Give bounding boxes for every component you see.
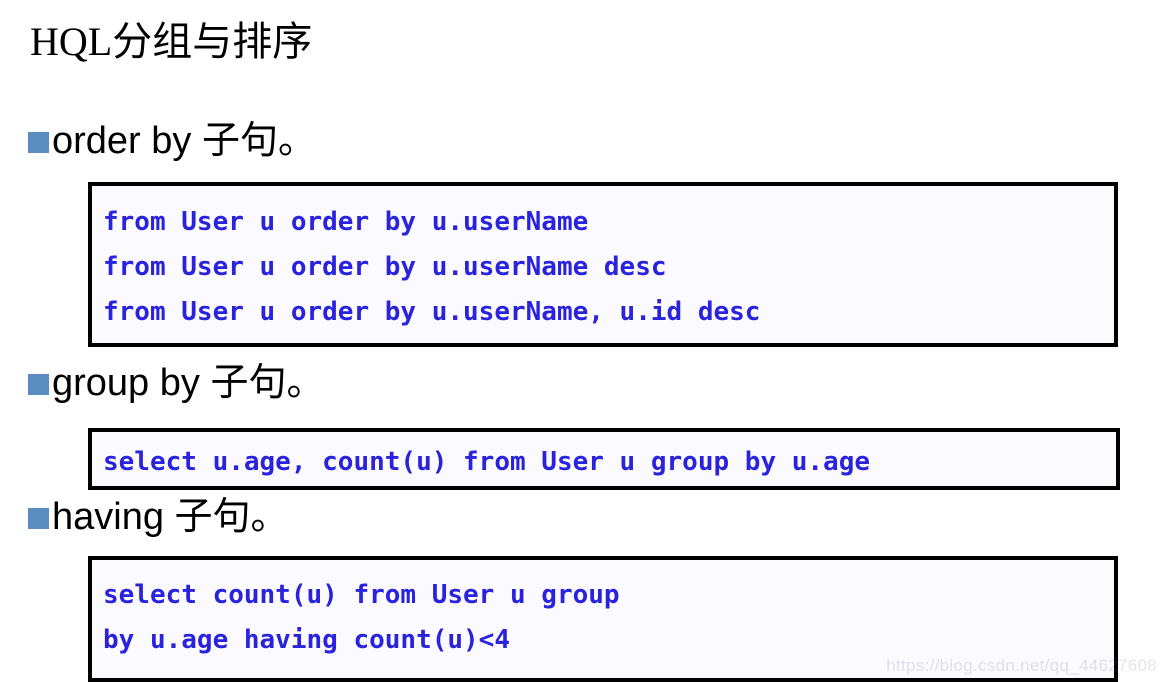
bullet-label: order by 子句。 (52, 120, 316, 162)
bullet-label: having 子句。 (52, 496, 289, 538)
code-block-order-by: from User u order by u.userName from Use… (88, 182, 1118, 347)
code-line: from User u order by u.userName (103, 207, 589, 237)
code-line: select count(u) from User u group (103, 580, 620, 610)
square-bullet-icon (28, 507, 49, 529)
bullet-label: group by 子句。 (52, 362, 325, 404)
code-line: from User u order by u.userName desc (103, 252, 667, 282)
bullet-item-having: having 子句。 (28, 498, 289, 536)
bullet-item-order-by: order by 子句。 (28, 122, 316, 160)
code-line: select u.age, count(u) from User u group… (103, 447, 871, 477)
bullet-item-group-by: group by 子句。 (28, 364, 324, 402)
square-bullet-icon (28, 131, 49, 153)
slide-title: HQL分组与排序 (30, 19, 313, 64)
code-block-group-by: select u.age, count(u) from User u group… (88, 428, 1120, 490)
square-bullet-icon (28, 373, 49, 395)
code-line: from User u order by u.userName, u.id de… (103, 297, 761, 327)
code-block-having: select count(u) from User u group by u.a… (88, 556, 1118, 682)
presentation-slide: HQL分组与排序 order by 子句。 from User u order … (0, 0, 1163, 682)
code-line: by u.age having count(u)<4 (103, 625, 510, 655)
